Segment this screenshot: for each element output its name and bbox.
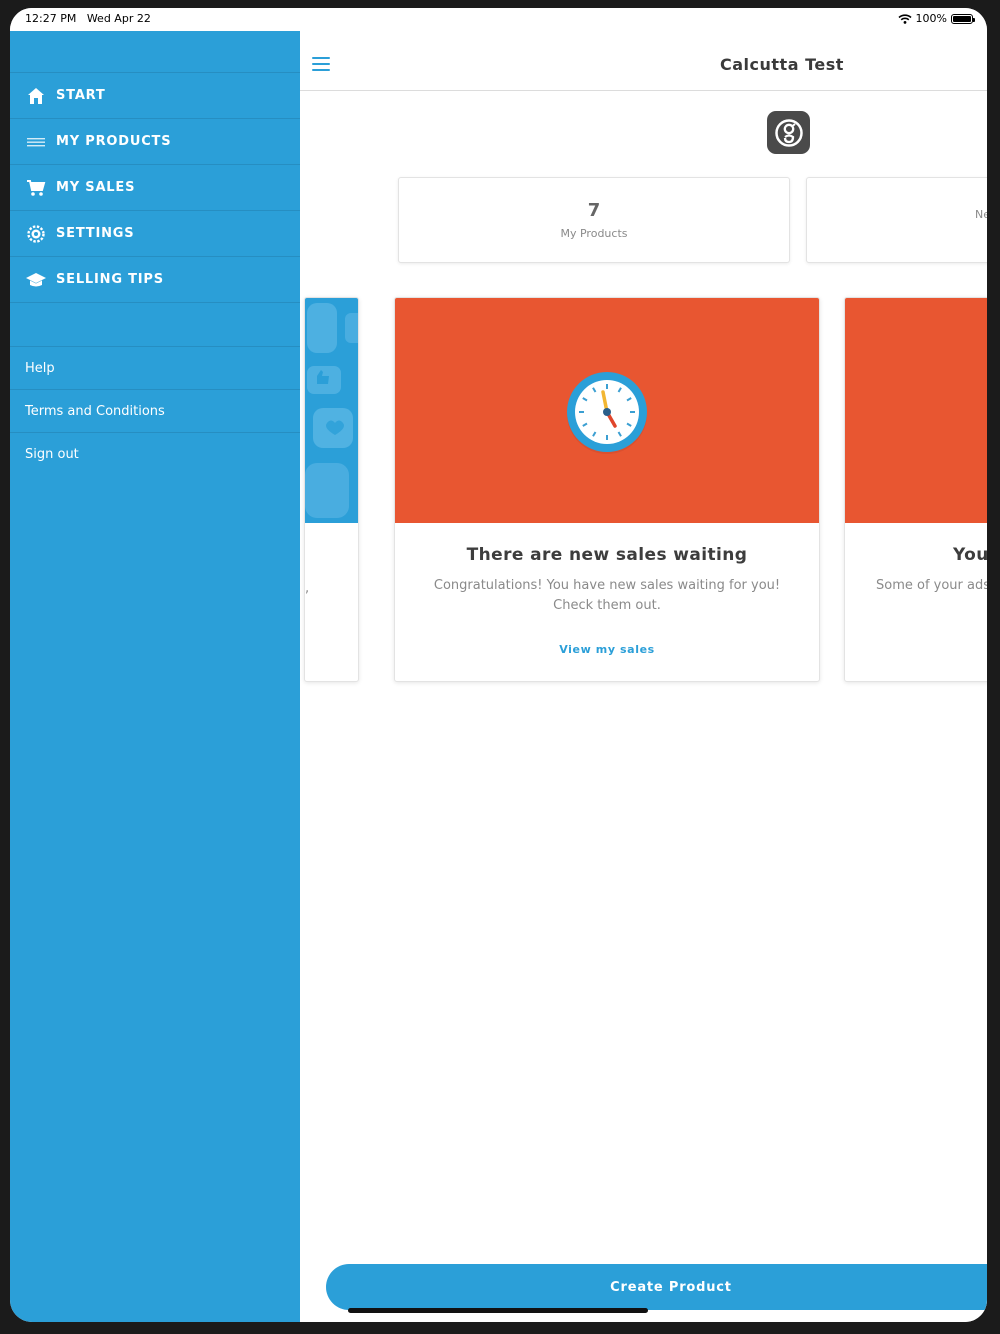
promo-image-likes bbox=[305, 298, 358, 523]
main-content: Calcutta Test 7 My Products New bbox=[300, 31, 987, 1322]
home-icon bbox=[25, 85, 47, 107]
top-bar: Calcutta Test bbox=[300, 31, 987, 91]
g-logo-icon bbox=[767, 111, 810, 154]
device-screen: 12:27 PM Wed Apr 22 100% START MY PRODUC… bbox=[10, 8, 987, 1322]
create-product-button[interactable]: Create Product bbox=[326, 1264, 987, 1310]
promo-title: There are new sales waiting bbox=[466, 545, 748, 565]
status-right: 100% bbox=[898, 12, 975, 25]
sidebar-item-label: SELLING TIPS bbox=[56, 272, 164, 287]
stat-card-my-products[interactable]: 7 My Products bbox=[398, 177, 790, 263]
sidebar-item-label: MY SALES bbox=[56, 180, 136, 195]
promo-card-right[interactable]: You Some of your ads h bbox=[844, 297, 987, 682]
battery-percent: 100% bbox=[915, 12, 947, 25]
stat-label: My Products bbox=[560, 227, 628, 240]
stat-card-new[interactable]: New bbox=[806, 177, 987, 263]
sidebar-link-sign-out[interactable]: Sign out bbox=[10, 433, 300, 476]
list-icon bbox=[25, 131, 47, 153]
sidebar-link-help[interactable]: Help bbox=[10, 347, 300, 390]
status-clock: 12:27 PM bbox=[25, 12, 77, 25]
promo-card-left[interactable]: , bbox=[304, 297, 359, 682]
view-my-sales-link[interactable]: View my sales bbox=[395, 643, 819, 656]
sidebar-link-terms[interactable]: Terms and Conditions bbox=[10, 390, 300, 433]
sidebar-item-label: SETTINGS bbox=[56, 226, 135, 241]
status-bar: 12:27 PM Wed Apr 22 100% bbox=[10, 8, 987, 31]
home-indicator bbox=[348, 1308, 648, 1313]
sidebar-item-my-sales[interactable]: MY SALES bbox=[10, 165, 300, 211]
sidebar-item-start[interactable]: START bbox=[10, 73, 300, 119]
clock-icon bbox=[567, 372, 647, 454]
promo-text: Congratulations! You have new sales wait… bbox=[433, 578, 781, 613]
promo-image bbox=[395, 298, 819, 523]
gear-icon bbox=[25, 223, 47, 245]
sidebar-item-my-products[interactable]: MY PRODUCTS bbox=[10, 119, 300, 165]
hamburger-icon[interactable] bbox=[312, 57, 330, 71]
promo-image bbox=[845, 298, 987, 523]
cart-icon bbox=[25, 177, 47, 199]
promo-title: You bbox=[953, 545, 987, 565]
promo-card-new-sales[interactable]: There are new sales waiting Congratulati… bbox=[394, 297, 820, 682]
promo-text: , bbox=[305, 581, 310, 596]
sidebar-item-label: START bbox=[56, 88, 106, 103]
status-date: Wed Apr 22 bbox=[86, 12, 151, 25]
status-time: 12:27 PM Wed Apr 22 bbox=[25, 12, 151, 25]
sidebar-header bbox=[10, 31, 300, 73]
stat-label: New bbox=[975, 208, 987, 221]
battery-icon bbox=[951, 13, 975, 24]
sidebar-menu: START MY PRODUCTS MY SALES SETTINGS SELL bbox=[10, 31, 300, 1322]
sidebar-divider bbox=[10, 303, 300, 347]
sidebar-item-label: MY PRODUCTS bbox=[56, 134, 172, 149]
stat-value: 7 bbox=[587, 200, 601, 221]
wifi-icon bbox=[898, 13, 912, 24]
promo-text: Some of your ads h bbox=[876, 578, 987, 593]
page-title: Calcutta Test bbox=[720, 55, 844, 74]
sidebar-item-settings[interactable]: SETTINGS bbox=[10, 211, 300, 257]
graduation-cap-icon bbox=[25, 269, 47, 291]
thumbs-up-icon bbox=[305, 303, 358, 518]
sidebar-item-selling-tips[interactable]: SELLING TIPS bbox=[10, 257, 300, 303]
